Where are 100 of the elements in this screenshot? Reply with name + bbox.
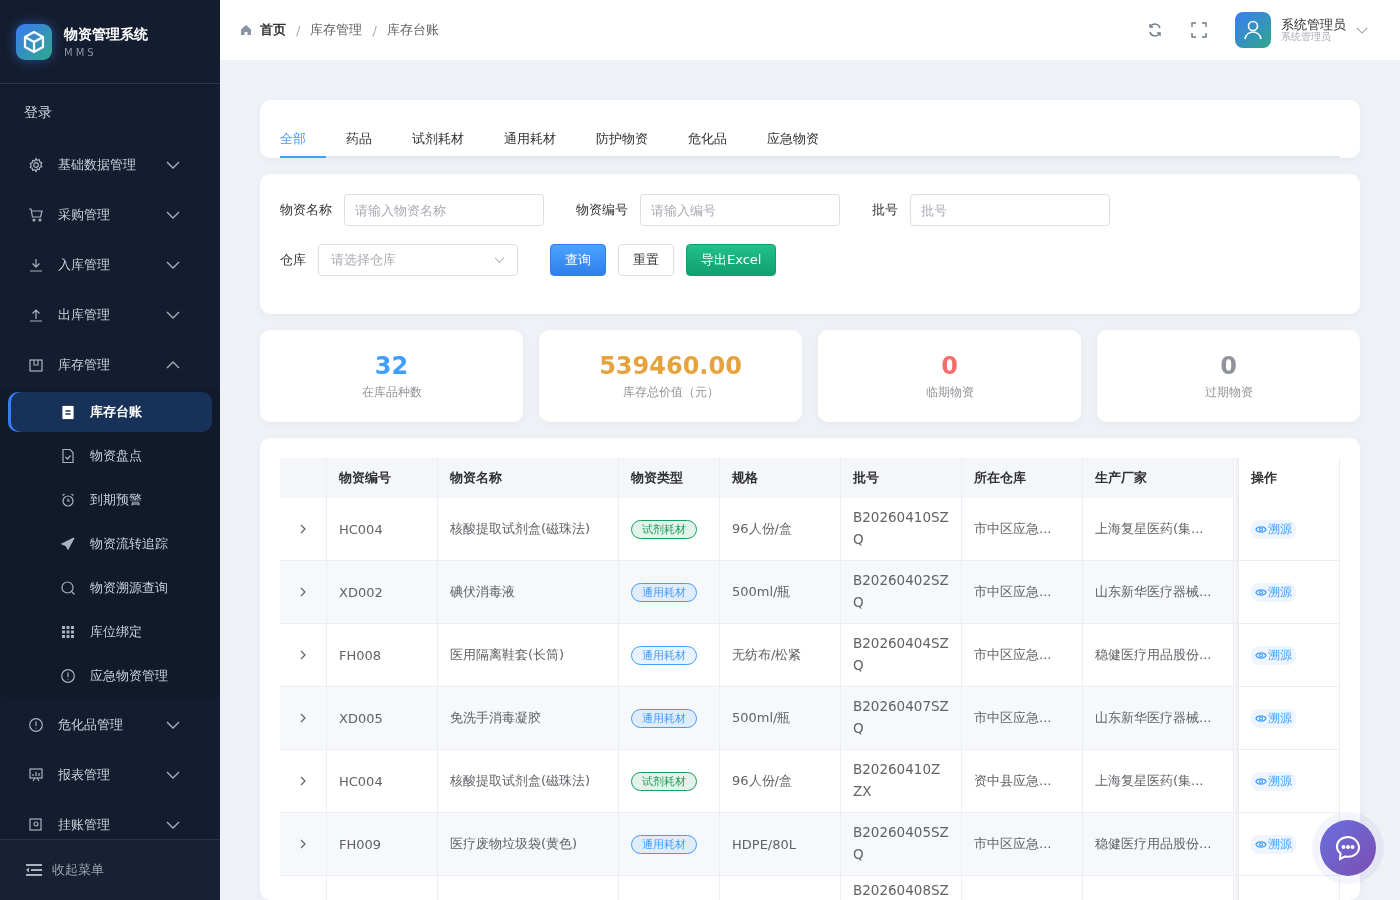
reset-button[interactable]: 重置 xyxy=(618,244,674,276)
menu-group[interactable]: 挂账管理 xyxy=(0,800,220,839)
submenu-item[interactable]: 库存台账 xyxy=(8,392,212,432)
submenu-item[interactable]: 物资盘点 xyxy=(8,436,212,476)
expand-chevron-icon[interactable] xyxy=(300,523,306,534)
submenu-item[interactable]: 库位绑定 xyxy=(8,612,212,652)
eye-icon xyxy=(1255,776,1267,786)
expand-chevron-icon[interactable] xyxy=(300,586,306,597)
warning-icon xyxy=(28,717,44,733)
expand-chevron-icon[interactable] xyxy=(300,838,306,849)
eye-icon xyxy=(1255,839,1267,849)
stat-value: 0 xyxy=(1220,351,1237,380)
table-cell: XD005 xyxy=(326,686,438,750)
table-cell: 96人份/盒 xyxy=(719,498,841,561)
breadcrumb-link[interactable]: 库存台账 xyxy=(386,21,439,39)
fullscreen-icon[interactable] xyxy=(1191,22,1207,38)
avatar[interactable] xyxy=(1235,12,1271,48)
eye-icon xyxy=(1255,587,1267,597)
menu-group-label: 报表管理 xyxy=(58,766,111,784)
clipboard-icon xyxy=(60,404,76,420)
upload-icon xyxy=(28,307,44,323)
table-cell: B20260405SZQ xyxy=(840,812,962,876)
expand-chevron-icon[interactable] xyxy=(300,649,306,660)
home-icon xyxy=(240,24,252,36)
submenu-item[interactable]: 物资溯源查询 xyxy=(8,568,212,608)
menu-group[interactable]: 采购管理 xyxy=(0,190,220,240)
stat-label: 过期物资 xyxy=(1204,383,1253,401)
receipt-icon xyxy=(28,817,44,833)
chevron-down-icon xyxy=(166,311,180,319)
user-name: 系统管理员 xyxy=(1281,17,1346,32)
menu-group-label: 出库管理 xyxy=(58,306,111,324)
table-cell: 无纺布/松紧 xyxy=(719,623,841,687)
menu-group[interactable]: 报表管理 xyxy=(0,750,220,800)
chevron-down-icon xyxy=(166,821,180,829)
chevron-down-icon xyxy=(166,161,180,169)
input-field[interactable]: 批号 xyxy=(910,194,1110,226)
chevron-down-icon xyxy=(166,261,180,269)
menu-group[interactable]: 基础数据管理 xyxy=(0,140,220,190)
table-cell: FH009 xyxy=(326,812,438,876)
submenu-item[interactable]: 应急物资管理 xyxy=(8,656,212,696)
menu-group[interactable]: 出库管理 xyxy=(0,290,220,340)
category-tab[interactable]: 危化品 xyxy=(668,130,747,158)
expand-chevron-icon[interactable] xyxy=(300,712,306,723)
expand-chevron-icon[interactable] xyxy=(300,775,306,786)
chevron-down-icon xyxy=(166,721,180,729)
user-role: 系统管理员 xyxy=(1281,31,1331,43)
category-tab[interactable]: 通用耗材 xyxy=(484,130,576,158)
download-icon xyxy=(28,257,44,273)
table-cell: 核酸提取试剂盒(磁珠法) xyxy=(437,749,619,813)
app-title: 物资管理系统 xyxy=(64,25,148,44)
table-cell: 市中区应急... xyxy=(961,686,1083,750)
field-label: 批号 xyxy=(872,201,898,219)
column-header: 物资编号 xyxy=(326,458,438,498)
table-cell: B20260407SZQ xyxy=(840,686,962,750)
type-tag: 通用耗材 xyxy=(631,708,697,728)
menu-group-label: 库存管理 xyxy=(58,356,111,374)
field-label: 仓库 xyxy=(280,251,306,269)
breadcrumb-link[interactable]: 库存管理 xyxy=(310,21,363,39)
cube-logo-icon xyxy=(16,23,52,60)
submenu-item[interactable]: 到期预警 xyxy=(8,480,212,520)
category-tab[interactable]: 试剂耗材 xyxy=(392,130,484,158)
category-tab[interactable]: 防护物资 xyxy=(576,130,668,158)
table-cell: B20260408SZ xyxy=(840,875,962,900)
table-cell: 市中区应急... xyxy=(961,812,1083,876)
input-field[interactable]: 请输入物资名称 xyxy=(344,194,544,226)
type-tag: 试剂耗材 xyxy=(631,519,697,539)
chevron-down-icon xyxy=(166,771,180,779)
table-cell: 市中区应急... xyxy=(961,560,1083,624)
breadcrumb-separator: / xyxy=(296,22,301,38)
type-tag: 试剂耗材 xyxy=(631,771,697,791)
table-cell: 山东新华医疗器械... xyxy=(1082,686,1234,750)
column-header: 规格 xyxy=(719,458,841,498)
paper-plane-icon xyxy=(60,536,76,552)
menu-group[interactable]: 库存管理 xyxy=(0,340,220,390)
table-cell: 96人份/盒 xyxy=(719,749,841,813)
stat-value: 32 xyxy=(374,351,409,380)
menu-item[interactable]: 登录 xyxy=(0,84,58,140)
input-field[interactable]: 请输入编号 xyxy=(640,194,840,226)
stat-label: 临期物资 xyxy=(925,383,974,401)
eye-icon xyxy=(1255,650,1267,660)
category-tab[interactable]: 应急物资 xyxy=(747,130,839,158)
table-cell: XD002 xyxy=(326,560,438,624)
presentation-icon xyxy=(28,767,44,783)
collapse-menu-button[interactable]: 收起菜单 xyxy=(0,839,220,900)
menu-group[interactable]: 危化品管理 xyxy=(0,700,220,750)
stat-value: 0 xyxy=(941,351,958,380)
submenu-item[interactable]: 物资流转追踪 xyxy=(8,524,212,564)
table-cell: 山东新华医疗器械... xyxy=(1082,560,1234,624)
settings-icon xyxy=(28,157,44,173)
column-header: 批号 xyxy=(840,458,962,498)
breadcrumb-link[interactable]: 首页 xyxy=(260,21,286,39)
alarm-clock-icon xyxy=(60,492,76,508)
table-cell: 上海复星医药(集... xyxy=(1082,498,1234,561)
table-cell: 碘伏消毒液 xyxy=(437,560,619,624)
menu-group[interactable]: 入库管理 xyxy=(0,240,220,290)
refresh-icon[interactable] xyxy=(1147,22,1163,38)
app-subtitle: MMS xyxy=(64,46,98,58)
chevron-down-icon xyxy=(166,211,180,219)
chevron-up-icon xyxy=(166,361,180,369)
category-tab[interactable]: 药品 xyxy=(326,130,392,158)
